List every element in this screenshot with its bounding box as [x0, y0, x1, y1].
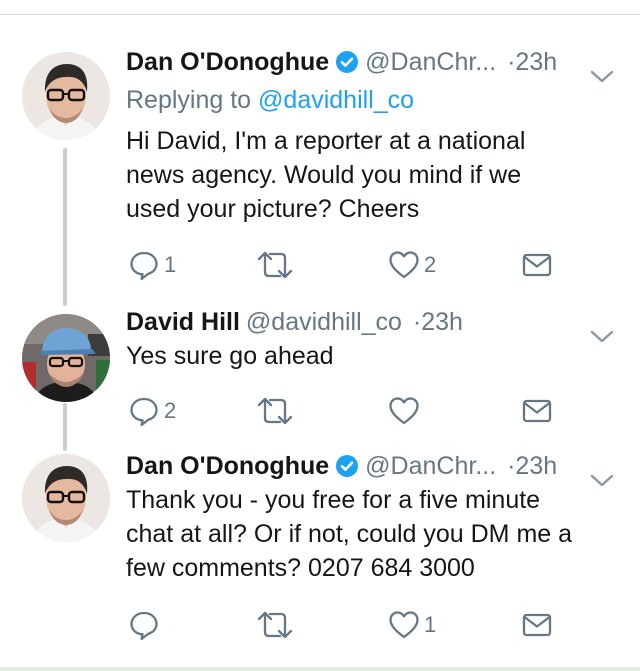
tweet-text-line: news agency. Would you mind if we	[126, 161, 522, 189]
retweet-icon	[256, 250, 294, 280]
reply-icon	[128, 609, 160, 641]
direct-message-button[interactable]	[522, 608, 552, 642]
direct-message-button[interactable]	[522, 248, 552, 282]
tweet-header: David Hill @davidhill_co ·23h	[126, 304, 614, 343]
like-button[interactable]: 2	[388, 248, 436, 282]
like-count: 1	[424, 612, 437, 637]
author-name[interactable]: David Hill	[126, 308, 240, 336]
heart-icon	[388, 610, 420, 640]
tweet-text: Thank you - you free for a five minute c…	[126, 483, 626, 585]
replying-to-label: Replying to	[126, 86, 252, 114]
timestamp[interactable]: 23h	[515, 48, 557, 76]
bottom-divider	[0, 667, 640, 671]
reply-icon	[128, 395, 160, 427]
replying-to: Replying to @davidhill_co	[126, 83, 414, 117]
avatar[interactable]	[22, 314, 110, 402]
tweet-text-line: Hi David, I'm a reporter at a national	[126, 127, 526, 155]
retweet-icon	[256, 396, 294, 426]
envelope-icon	[522, 398, 552, 424]
author-handle[interactable]: @DanChr...	[365, 452, 496, 480]
tweet[interactable]: David Hill @davidhill_co ·23h Yes sure go…	[0, 304, 640, 434]
tweet-text: Yes sure go ahead	[126, 339, 626, 373]
avatar-dan-image	[22, 52, 110, 140]
action-bar: 2	[126, 394, 566, 428]
like-button[interactable]: 1	[388, 608, 436, 642]
reply-icon	[128, 249, 160, 281]
separator-dot: ·	[412, 308, 422, 336]
tweet-text-line: Yes sure go ahead	[126, 342, 334, 370]
tweet-text: Hi David, I'm a reporter at a national n…	[126, 124, 626, 226]
reply-count: 2	[164, 398, 177, 423]
avatar[interactable]	[22, 52, 110, 140]
avatar-david-image	[22, 314, 110, 402]
tweet-text-line: used your picture? Cheers	[126, 195, 420, 223]
reply-count: 1	[164, 252, 177, 277]
envelope-icon	[522, 252, 552, 278]
tweet-text-line: chat at all? Or if not, could you DM me …	[126, 520, 573, 548]
tweet-header: Dan O'Donoghue @DanChr... ·23h	[126, 44, 614, 83]
retweet-button[interactable]	[256, 394, 298, 428]
retweet-button[interactable]	[256, 248, 298, 282]
tweet-header: Dan O'Donoghue @DanChr... ·23h	[126, 448, 614, 487]
verified-badge-icon	[335, 48, 359, 84]
action-bar: 1	[126, 608, 566, 642]
top-divider	[0, 14, 640, 15]
heart-icon	[388, 250, 420, 280]
author-handle[interactable]: @DanChr...	[365, 48, 496, 76]
timestamp[interactable]: 23h	[515, 452, 557, 480]
author-name[interactable]: Dan O'Donoghue	[126, 48, 329, 76]
tweet[interactable]: Dan O'Donoghue @DanChr... ·23h Thank you …	[0, 448, 640, 648]
action-bar: 1 2	[126, 248, 566, 282]
reply-button[interactable]: 1	[128, 248, 176, 282]
reply-button[interactable]: 2	[128, 394, 176, 428]
like-count: 2	[424, 252, 437, 277]
author-name[interactable]: Dan O'Donoghue	[126, 452, 329, 480]
chevron-down-icon[interactable]	[590, 58, 614, 94]
direct-message-button[interactable]	[522, 394, 552, 428]
author-handle[interactable]: @davidhill_co	[246, 308, 402, 336]
tweet-text-line: few comments? 0207 684 3000	[126, 554, 475, 582]
like-button[interactable]	[388, 394, 424, 428]
heart-icon	[388, 396, 420, 426]
reply-button[interactable]	[128, 608, 164, 642]
retweet-button[interactable]	[256, 608, 298, 642]
replying-to-link[interactable]: @davidhill_co	[258, 86, 414, 114]
avatar-dan-image	[22, 454, 110, 542]
avatar[interactable]	[22, 454, 110, 542]
timestamp[interactable]: 23h	[421, 308, 463, 336]
tweet-text-line: Thank you - you free for a five minute	[126, 486, 541, 514]
envelope-icon	[522, 612, 552, 638]
tweet[interactable]: Dan O'Donoghue @DanChr... ·23h Replying t…	[0, 44, 640, 294]
retweet-icon	[256, 610, 294, 640]
